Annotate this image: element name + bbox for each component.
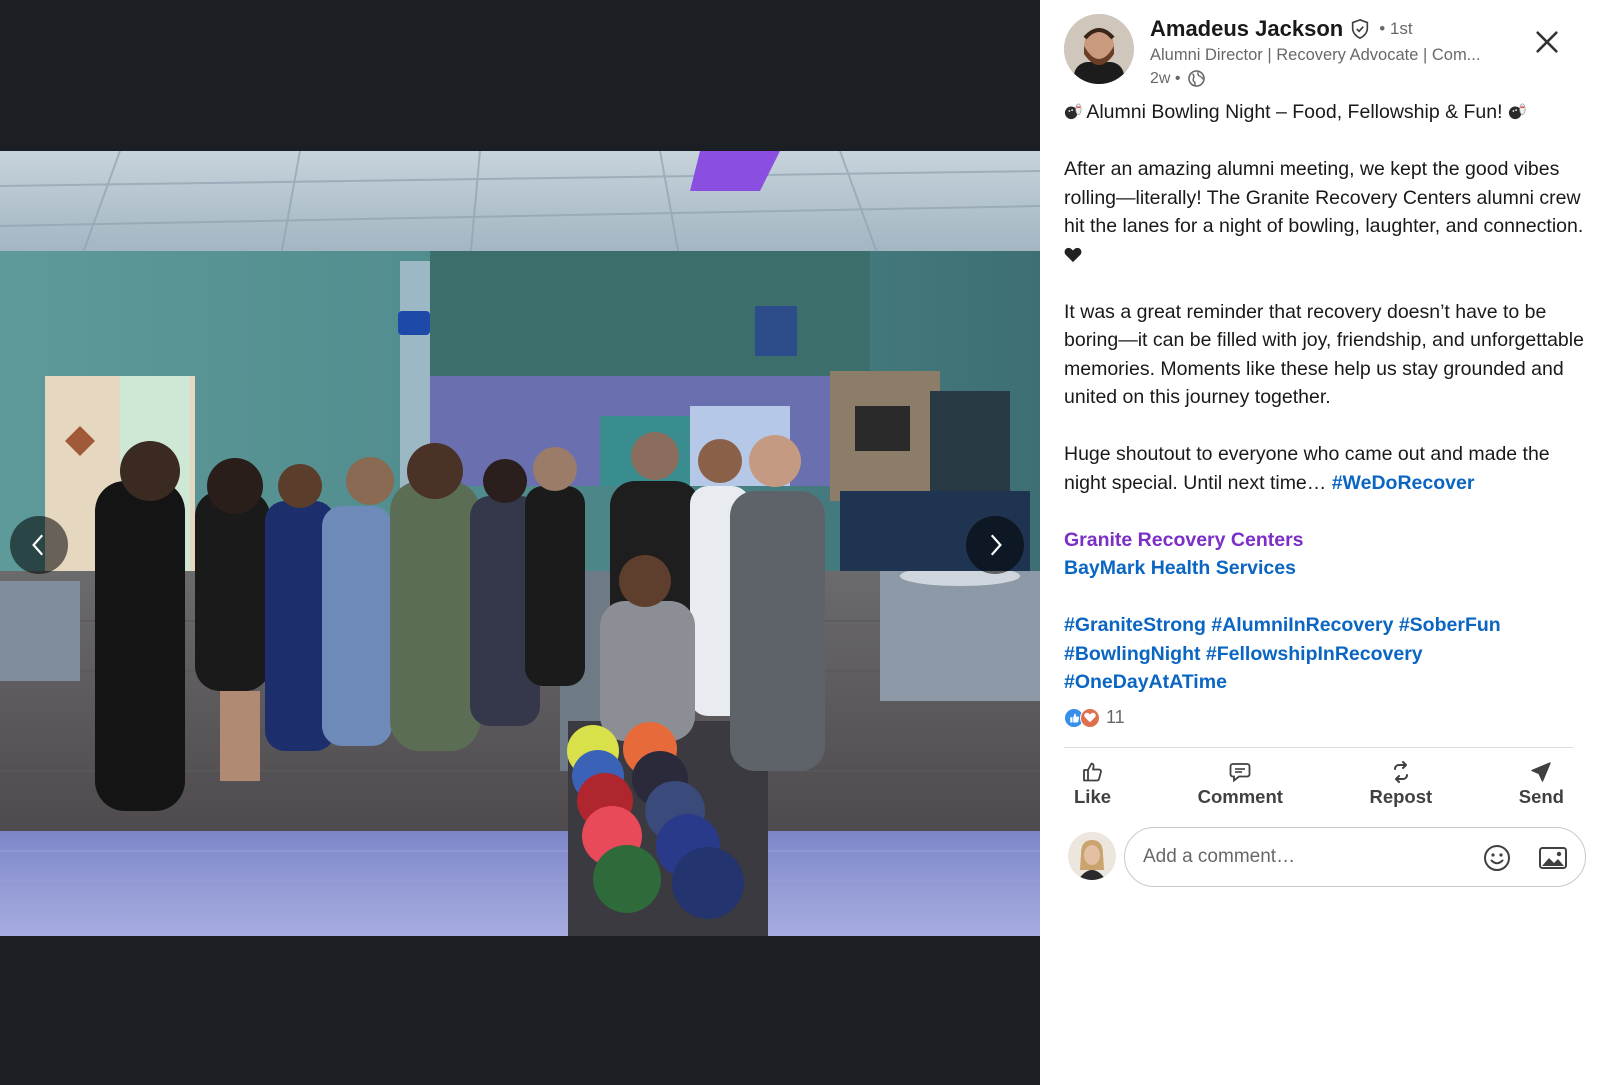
mention-granite-recovery[interactable]: Granite Recovery Centers [1064, 526, 1584, 555]
current-user-avatar[interactable] [1068, 832, 1116, 880]
hashtags-block: #GraniteStrong #AlumniInRecovery #SoberF… [1064, 611, 1584, 697]
like-button[interactable]: Like [1064, 752, 1121, 816]
image-viewer [0, 0, 1040, 1085]
chevron-left-icon [32, 534, 44, 556]
repost-icon [1393, 761, 1408, 783]
comment-box [1124, 827, 1586, 887]
next-image-button[interactable] [966, 516, 1024, 574]
comment-label: Comment [1197, 786, 1283, 807]
like-label: Like [1074, 786, 1112, 807]
action-bar: Like Comment Repost Send [1064, 752, 1574, 816]
author-meta: Amadeus Jackson • 1st Alumni Director | … [1150, 14, 1530, 88]
close-icon [1536, 31, 1558, 53]
bowling-icon [1508, 103, 1526, 120]
connection-degree: • 1st [1379, 19, 1413, 38]
post-author: Amadeus Jackson • 1st Alumni Director | … [1064, 14, 1480, 87]
post-photo [0, 151, 1040, 936]
comment-button[interactable]: Comment [1188, 752, 1293, 816]
author-name[interactable]: Amadeus Jackson [1150, 16, 1343, 42]
previous-image-button[interactable] [10, 516, 68, 574]
black-heart-icon [1064, 247, 1082, 262]
comment-icon [1229, 763, 1251, 783]
repost-button[interactable]: Repost [1359, 752, 1442, 816]
emoji-icon[interactable] [1481, 842, 1513, 874]
comment-input[interactable] [1143, 846, 1463, 868]
mentions-block: Granite Recovery Centers BayMark Health … [1064, 526, 1584, 583]
love-reaction-icon [1080, 707, 1100, 728]
bowling-icon [1064, 103, 1082, 120]
post-title: Alumni Bowling Night – Food, Fellowship … [1086, 101, 1503, 123]
chevron-right-icon [990, 534, 1002, 556]
send-label: Send [1518, 786, 1564, 807]
post-title-line: Alumni Bowling Night – Food, Fellowship … [1064, 98, 1584, 127]
hashtags-line[interactable]: #GraniteStrong #AlumniInRecovery #SoberF… [1064, 611, 1584, 640]
post-time: 2w • [1150, 69, 1181, 87]
post-detail-panel: Amadeus Jackson • 1st Alumni Director | … [1040, 0, 1600, 1085]
verified-icon [1352, 18, 1369, 40]
author-headline: Alumni Director | Recovery Advocate | Co… [1150, 46, 1481, 64]
post-paragraph: Huge shoutout to everyone who came out a… [1064, 440, 1584, 497]
repost-label: Repost [1369, 786, 1433, 807]
post-paragraph: After an amazing alumni meeting, we kept… [1064, 155, 1584, 269]
author-avatar[interactable] [1064, 14, 1134, 84]
send-icon [1531, 762, 1552, 782]
reaction-count: 11 [1106, 707, 1125, 727]
mention-baymark[interactable]: BayMark Health Services [1064, 554, 1584, 583]
hashtags-line[interactable]: #OneDayAtATime [1064, 668, 1584, 697]
hashtags-line[interactable]: #BowlingNight #FellowshipInRecovery [1064, 640, 1584, 669]
image-icon[interactable] [1537, 842, 1569, 874]
divider [1064, 747, 1574, 748]
globe-icon [1187, 70, 1205, 87]
post-paragraph: It was a great reminder that recovery do… [1064, 300, 1584, 409]
reactions-summary[interactable]: 11 [1064, 707, 1125, 728]
post-text: Alumni Bowling Night – Food, Fellowship … [1064, 98, 1584, 697]
paragraph-3: Huge shoutout to everyone who came out a… [1064, 443, 1550, 494]
like-icon [1082, 762, 1102, 782]
send-button[interactable]: Send [1509, 752, 1574, 816]
close-button[interactable] [1529, 24, 1565, 60]
hashtag-link[interactable]: #WeDoRecover [1332, 472, 1475, 494]
paragraph-1: After an amazing alumni meeting, we kept… [1064, 158, 1584, 237]
